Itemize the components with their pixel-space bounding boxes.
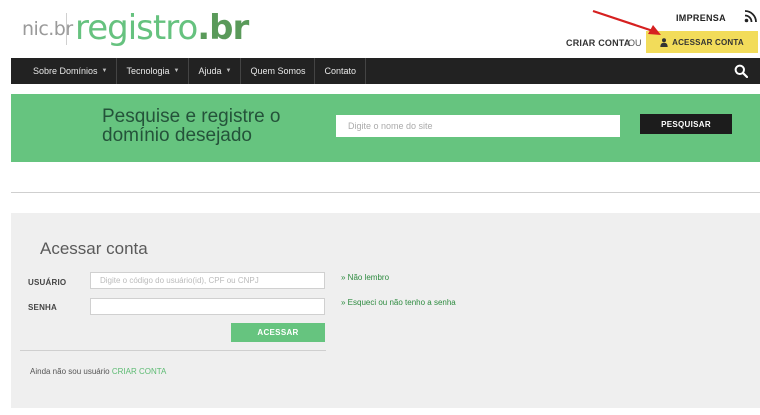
caret-down-icon: ▼	[173, 68, 180, 74]
nav-label: Sobre Domínios	[33, 66, 98, 76]
pesquisar-button[interactable]: PESQUISAR	[640, 114, 732, 134]
rss-icon[interactable]	[744, 9, 758, 23]
forgot-password-link[interactable]: » Esqueci ou não tenho a senha	[341, 298, 456, 307]
search-title: Pesquise e registre o domínio desejado	[102, 106, 281, 146]
nav-item-ajuda[interactable]: Ajuda ▼	[189, 58, 242, 84]
username-label: USUÁRIO	[28, 278, 67, 287]
or-separator: OU	[628, 38, 642, 48]
divider	[11, 192, 760, 193]
annotation-arrow-icon	[592, 9, 661, 35]
nav-label: Contato	[324, 66, 357, 76]
user-icon	[660, 37, 668, 47]
forgot-user-link[interactable]: » Não lembro	[341, 273, 389, 282]
imprensa-link[interactable]: IMPRENSA	[676, 13, 726, 23]
nav-label: Quem Somos	[250, 66, 306, 76]
password-label: SENHA	[28, 303, 58, 312]
nav-label: Ajuda	[198, 66, 222, 76]
criar-conta-link[interactable]: CRIAR CONTA	[566, 38, 631, 48]
caret-down-icon: ▼	[225, 68, 232, 74]
caret-down-icon: ▼	[101, 68, 108, 74]
nav-item-quem-somos[interactable]: Quem Somos	[241, 58, 316, 84]
signup-prompt: Ainda não sou usuário CRIAR CONTA	[30, 367, 166, 376]
nav-item-sobre-dominios[interactable]: Sobre Domínios ▼	[11, 58, 118, 84]
panel-divider	[20, 350, 326, 351]
login-panel: Acessar conta USUÁRIO Digite o código do…	[11, 213, 760, 408]
nav-label: Tecnologia	[126, 66, 170, 76]
acessar-conta-label: ACESSAR CONTA	[672, 37, 744, 47]
domain-search-input[interactable]	[336, 115, 620, 137]
signup-prompt-text: Ainda não sou usuário	[30, 367, 110, 376]
password-field[interactable]	[90, 298, 325, 315]
nav-item-contato[interactable]: Contato	[315, 58, 367, 84]
criar-conta-bottom-link[interactable]: CRIAR CONTA	[112, 367, 167, 376]
logo-registro-text: registro	[75, 8, 198, 48]
username-field[interactable]: Digite o código do usuário(id), CPF ou C…	[90, 272, 325, 289]
search-banner: Pesquise e registre o domínio desejado P…	[11, 94, 760, 162]
logo-br-text: .br	[197, 8, 249, 48]
acessar-button[interactable]: ACESSAR	[231, 323, 325, 342]
logo-divider	[66, 13, 67, 45]
main-nav: Sobre Domínios ▼ Tecnologia ▼ Ajuda ▼ Quem …	[11, 58, 760, 84]
registro-br-logo[interactable]: registro.br	[75, 8, 249, 48]
search-icon[interactable]	[734, 64, 748, 78]
login-title: Acessar conta	[40, 239, 148, 258]
nav-item-tecnologia[interactable]: Tecnologia ▼	[117, 58, 190, 84]
